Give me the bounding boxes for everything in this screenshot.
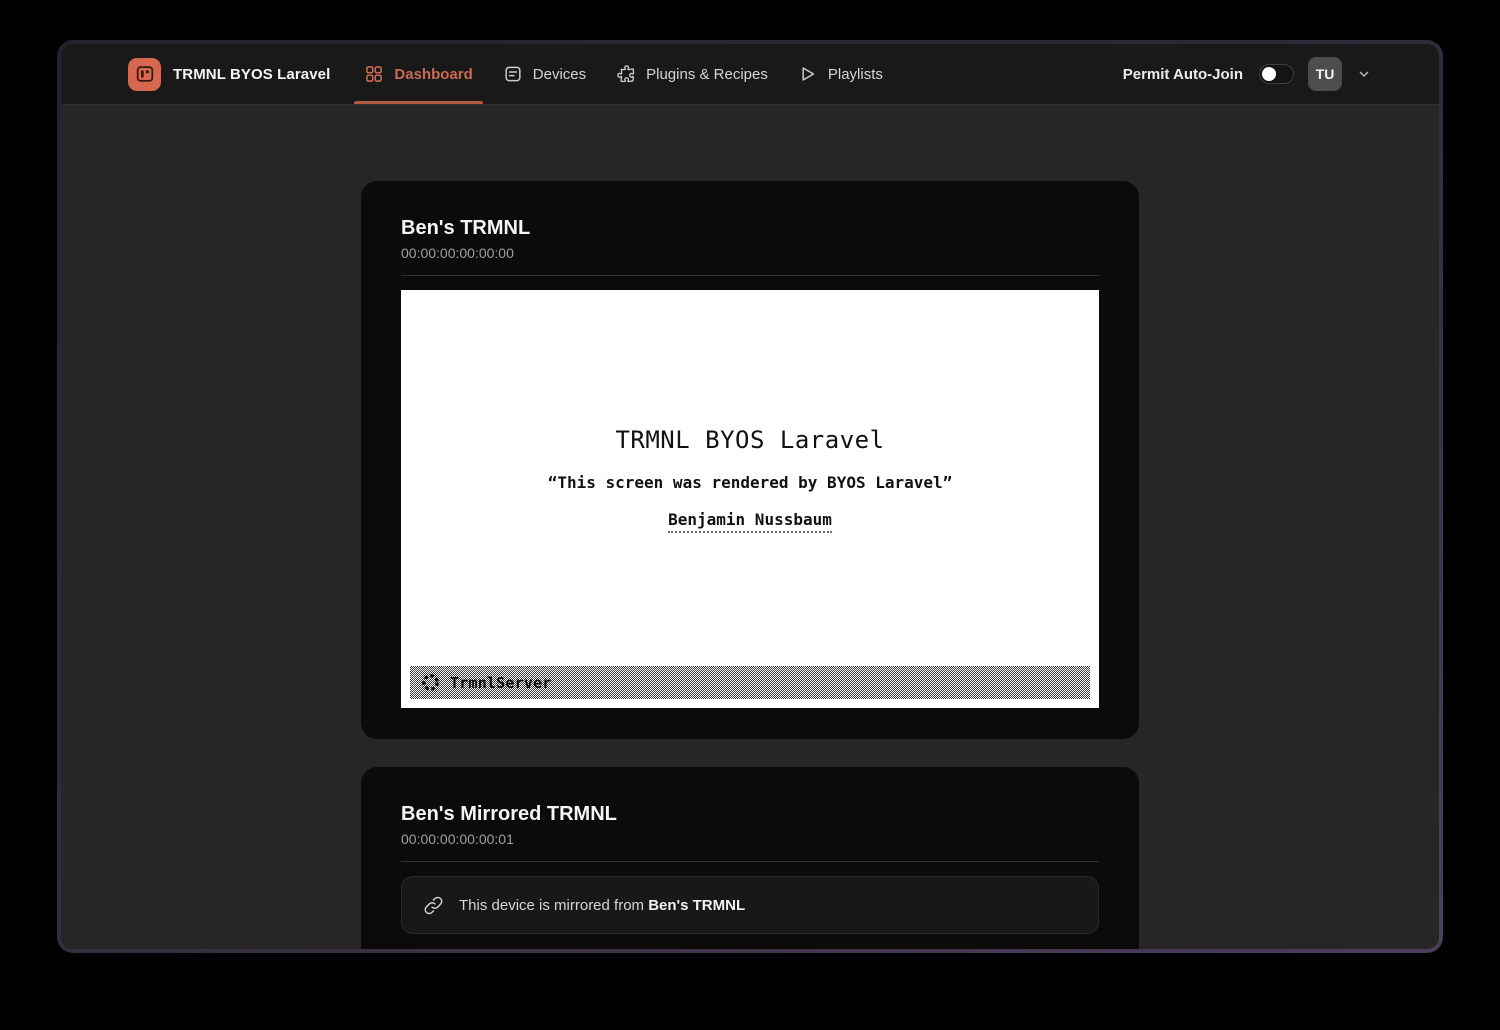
screen-title: TRMNL BYOS Laravel xyxy=(615,426,884,454)
trmnl-logo-icon xyxy=(128,58,161,91)
brand: TRMNL BYOS Laravel xyxy=(128,44,330,104)
chevron-down-icon[interactable] xyxy=(1356,66,1372,82)
user-avatar[interactable]: TU xyxy=(1308,57,1342,91)
nav-item-label: Plugins & Recipes xyxy=(646,66,768,83)
device-card-bens-trmnl[interactable]: Ben's TRMNL 00:00:00:00:00:00 TRMNL BYOS… xyxy=(361,181,1139,739)
nav-item-plugins-recipes[interactable]: Plugins & Recipes xyxy=(616,44,768,104)
spinner-icon xyxy=(421,673,440,692)
mirror-notice-text: This device is mirrored from Ben's TRMNL xyxy=(459,897,745,914)
device-name: Ben's TRMNL xyxy=(401,217,1099,240)
nav-item-playlists[interactable]: Playlists xyxy=(798,44,883,104)
mirror-source-device: Ben's TRMNL xyxy=(648,897,745,914)
nav-item-label: Devices xyxy=(533,66,586,83)
app-window: TRMNL BYOS Laravel Dashboard xyxy=(61,44,1439,949)
mirror-notice-panel: This device is mirrored from Ben's TRMNL xyxy=(401,876,1099,934)
screen-author-link: Benjamin Nussbaum xyxy=(668,510,832,533)
device-mac-address: 00:00:00:00:00:01 xyxy=(401,831,1099,847)
device-card-bens-mirrored-trmnl[interactable]: Ben's Mirrored TRMNL 00:00:00:00:00:01 T… xyxy=(361,767,1139,949)
nav-item-dashboard[interactable]: Dashboard xyxy=(364,44,472,104)
play-icon xyxy=(798,64,818,84)
brand-title: TRMNL BYOS Laravel xyxy=(173,66,330,83)
top-navbar: TRMNL BYOS Laravel Dashboard xyxy=(61,44,1439,105)
device-mac-address: 00:00:00:00:00:00 xyxy=(401,245,1099,261)
divider xyxy=(401,861,1099,862)
devices-icon xyxy=(503,64,523,84)
permit-auto-join-label: Permit Auto-Join xyxy=(1123,66,1243,83)
device-name: Ben's Mirrored TRMNL xyxy=(401,803,1099,826)
screen-status-label: TrmnlServer xyxy=(450,674,552,692)
puzzle-icon xyxy=(616,64,636,84)
nav-item-label: Dashboard xyxy=(394,66,472,83)
mirror-notice-prefix: This device is mirrored from xyxy=(459,897,648,914)
link-icon xyxy=(422,894,445,917)
nav-item-devices[interactable]: Devices xyxy=(503,44,586,104)
dashboard-grid-icon xyxy=(364,64,384,84)
dashboard-content: Ben's TRMNL 00:00:00:00:00:00 TRMNL BYOS… xyxy=(61,105,1439,949)
app-window-frame: TRMNL BYOS Laravel Dashboard xyxy=(57,40,1443,953)
toggle-knob xyxy=(1262,67,1276,81)
divider xyxy=(401,275,1099,276)
screen-status-bar: TrmnlServer xyxy=(410,666,1090,699)
navbar-right: Permit Auto-Join TU xyxy=(1123,44,1372,104)
permit-auto-join-toggle[interactable] xyxy=(1259,64,1294,84)
nav-items: Dashboard Devices xyxy=(364,44,882,104)
nav-item-label: Playlists xyxy=(828,66,883,83)
screen-quote: “This screen was rendered by BYOS Larave… xyxy=(548,473,953,492)
eink-screen-preview: TRMNL BYOS Laravel “This screen was rend… xyxy=(401,290,1099,708)
